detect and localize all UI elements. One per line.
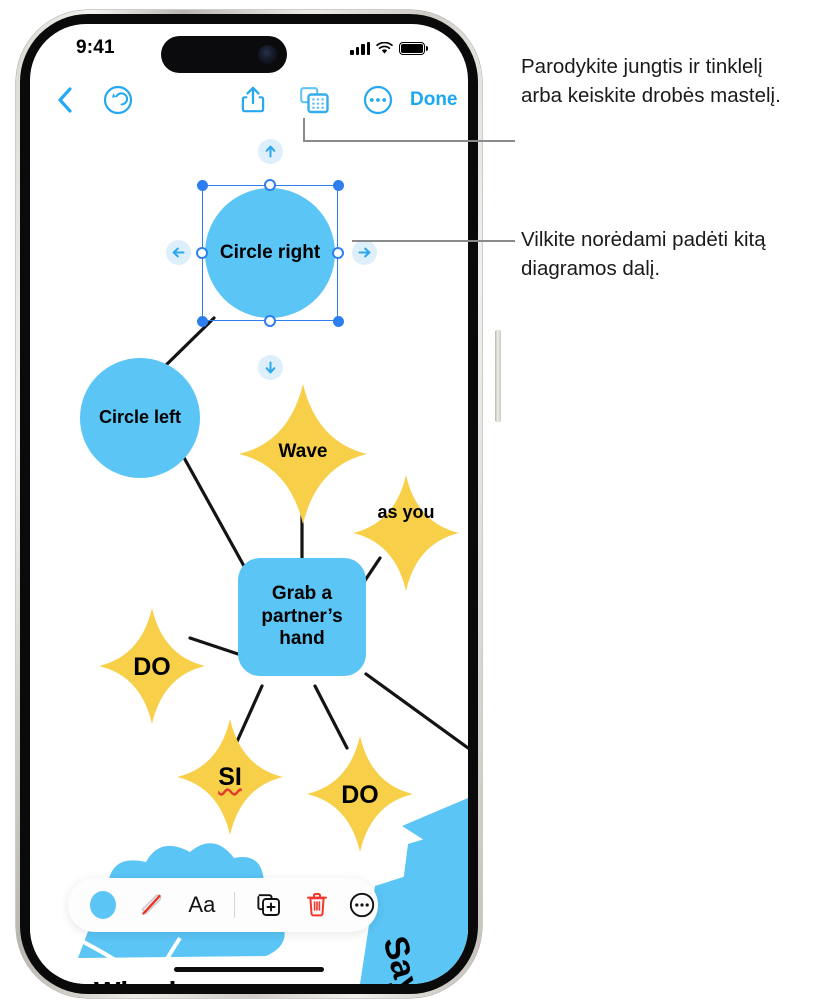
leader-line-grid-vertical	[303, 118, 305, 142]
duplicate-icon	[257, 894, 280, 916]
handle-middle-left[interactable]	[196, 247, 208, 259]
screenshot-root: 9:41 Done Wave as you DO SI DO Circle ri…	[0, 0, 817, 1008]
home-indicator[interactable]	[174, 967, 324, 972]
arrow-left-icon	[172, 247, 185, 258]
diagram-canvas[interactable]: Wave as you DO SI DO Circle right Circle…	[30, 126, 468, 984]
star-si	[177, 719, 283, 835]
undo-arrow-icon	[103, 85, 133, 115]
dynamic-island	[161, 36, 287, 73]
power-button[interactable]	[495, 330, 501, 422]
iphone-frame: 9:41 Done Wave as you DO SI DO Circle ri…	[16, 10, 501, 998]
status-time: 9:41	[76, 37, 115, 58]
arrow-right-icon	[358, 247, 371, 258]
callout-drag-text: Vilkite norėdami padėti kitą diagramos d…	[521, 228, 766, 281]
leader-line-drag	[352, 240, 515, 242]
format-more-button[interactable]	[347, 892, 378, 918]
node-grab-partners-hand[interactable]: Grab a partner’s hand	[238, 558, 366, 676]
chevron-left-icon	[58, 87, 72, 113]
shape-format-toolbar: Aa	[68, 878, 378, 932]
add-node-up-button[interactable]	[258, 139, 283, 164]
stroke-style-button[interactable]	[136, 890, 167, 920]
share-button[interactable]	[235, 82, 271, 118]
arrow-up-icon	[265, 145, 276, 158]
phone-screen: 9:41 Done Wave as you DO SI DO Circle ri…	[30, 24, 468, 984]
done-button[interactable]: Done	[410, 84, 458, 116]
wifi-icon	[376, 42, 393, 54]
status-bar: 9:41	[30, 24, 468, 78]
selection-bounding-box	[202, 185, 338, 321]
more-options-button[interactable]	[360, 82, 396, 118]
handle-bottom-right[interactable]	[333, 316, 344, 327]
add-node-down-button[interactable]	[258, 355, 283, 380]
handle-top-left[interactable]	[197, 180, 208, 191]
node-circle-left[interactable]: Circle left	[80, 358, 200, 478]
status-icons	[350, 42, 428, 55]
share-up-icon	[241, 86, 265, 113]
handle-bottom-left[interactable]	[197, 316, 208, 327]
node-label-circle-left: Circle left	[98, 407, 182, 428]
node-label-grab: Grab a partner’s hand	[261, 583, 343, 650]
trash-icon	[306, 893, 327, 917]
front-camera-icon	[258, 45, 277, 64]
add-node-left-button[interactable]	[166, 240, 191, 265]
canvas-grid-button[interactable]	[295, 82, 335, 120]
battery-icon	[399, 42, 428, 55]
callout-grid-text: Parodykite jungtis ir tinklelį arba keis…	[521, 55, 781, 108]
cellular-bars-icon	[350, 42, 370, 55]
fill-color-swatch[interactable]	[90, 891, 116, 919]
ellipsis-circle-icon	[363, 85, 393, 115]
toolbar-divider	[234, 892, 236, 918]
no-stroke-pen-icon	[140, 894, 162, 915]
handle-bottom-center[interactable]	[264, 315, 276, 327]
handle-top-center[interactable]	[264, 179, 276, 191]
star-do-right	[307, 736, 413, 852]
ellipsis-circle-icon	[350, 892, 375, 918]
handle-middle-right[interactable]	[332, 247, 344, 259]
duplicate-button[interactable]	[253, 892, 284, 918]
text-style-button[interactable]: Aa	[183, 892, 220, 918]
handle-top-right[interactable]	[333, 180, 344, 191]
back-button[interactable]	[48, 82, 82, 118]
undo-button[interactable]	[100, 82, 136, 118]
canvas-grid-icon	[300, 87, 329, 114]
delete-button[interactable]	[303, 892, 331, 918]
star-as-you	[353, 475, 459, 591]
star-wave	[239, 384, 367, 524]
arrow-down-icon	[265, 361, 276, 374]
leader-line-grid-horizontal	[303, 140, 515, 142]
star-do-left	[99, 608, 205, 724]
top-toolbar: Done	[30, 78, 468, 126]
add-node-right-button[interactable]	[352, 240, 377, 265]
